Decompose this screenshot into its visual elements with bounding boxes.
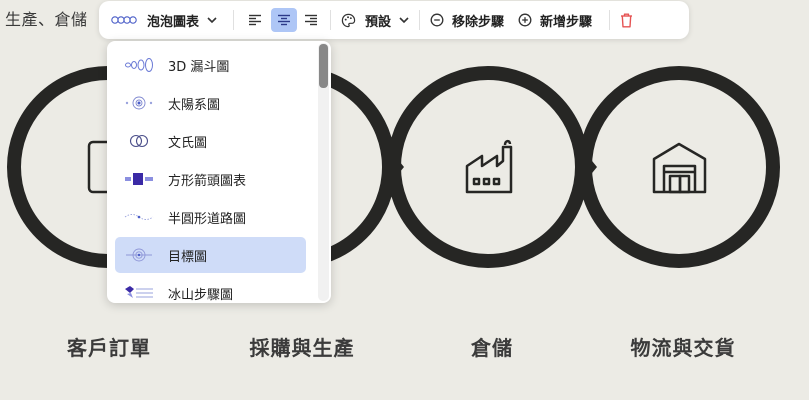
toolbar-divider — [609, 10, 611, 30]
toolbar-divider — [330, 10, 332, 30]
target-icon — [126, 248, 152, 262]
align-center-icon — [278, 14, 291, 26]
align-center-button[interactable] — [271, 8, 298, 32]
align-left-button[interactable] — [242, 8, 268, 32]
step-label-2: 採購與生產 — [249, 336, 355, 360]
diagram-type-menu: 3D 漏斗圖 太陽系圖 文氏圖 方形箭頭圖表 半圓形道路圖 目標圖 冰山步驟圖 — [107, 41, 331, 303]
menu-item-label: 半圓形道路圖 — [168, 211, 247, 227]
add-step-button[interactable]: 新增步驟 — [518, 7, 592, 33]
remove-step-label: 移除步驟 — [452, 14, 505, 30]
menu-item-iceberg-steps[interactable]: 冰山步驟圖 — [115, 275, 306, 303]
diagram-type-dropdown[interactable]: 泡泡圖表 — [111, 7, 217, 33]
menu-item-3d-funnel[interactable]: 3D 漏斗圖 — [115, 47, 306, 83]
menu-item-label: 太陽系圖 — [168, 97, 221, 113]
venn-icon — [129, 134, 149, 148]
warehouse-icon — [652, 142, 707, 194]
style-preset-label: 預設 — [365, 14, 392, 30]
menu-scrollbar-thumb[interactable] — [319, 44, 328, 88]
floating-toolbar: 泡泡圖表 預設 移除步驟 新增步驟 — [99, 1, 689, 39]
menu-item-target[interactable]: 目標圖 — [115, 237, 306, 273]
trash-icon — [621, 13, 633, 27]
step-label-1: 客戶訂單 — [67, 336, 151, 360]
toolbar-divider — [233, 10, 235, 30]
funnel-3d-icon — [125, 58, 153, 72]
minus-circle-icon — [430, 13, 444, 27]
menu-item-label: 目標圖 — [168, 249, 208, 265]
align-left-icon — [249, 14, 262, 26]
semicircle-road-icon — [124, 214, 154, 220]
menu-item-venn[interactable]: 文氏圖 — [115, 123, 306, 159]
toolbar-divider — [419, 10, 421, 30]
palette-icon — [341, 13, 356, 27]
add-step-label: 新增步驟 — [540, 14, 593, 30]
remove-step-button[interactable]: 移除步驟 — [430, 7, 504, 33]
chevron-down-icon — [399, 17, 409, 24]
diagram-type-label: 泡泡圖表 — [147, 14, 200, 30]
delete-button[interactable] — [620, 7, 633, 33]
menu-item-label: 方形箭頭圖表 — [168, 173, 247, 189]
menu-item-label: 文氏圖 — [168, 135, 208, 151]
plus-circle-icon — [518, 13, 532, 27]
square-arrow-icon — [125, 173, 153, 185]
align-right-button[interactable] — [298, 8, 324, 32]
menu-item-solar-system[interactable]: 太陽系圖 — [115, 85, 306, 121]
align-right-icon — [305, 14, 318, 26]
style-preset-dropdown[interactable]: 預設 — [341, 7, 409, 33]
iceberg-steps-icon — [125, 286, 153, 298]
menu-item-square-arrow[interactable]: 方形箭頭圖表 — [115, 161, 306, 197]
menu-item-semicircle-road[interactable]: 半圓形道路圖 — [115, 199, 306, 235]
menu-item-label: 3D 漏斗圖 — [168, 59, 230, 75]
step-ring-3 — [387, 66, 589, 268]
factory-icon — [465, 139, 513, 194]
chevron-down-icon — [207, 17, 217, 24]
step-label-3: 倉儲 — [471, 336, 513, 360]
step-label-4: 物流與交貨 — [630, 336, 736, 360]
menu-item-label: 冰山步驟圖 — [168, 287, 234, 303]
bubble-chart-icon — [111, 16, 137, 24]
solar-system-icon — [125, 96, 153, 110]
